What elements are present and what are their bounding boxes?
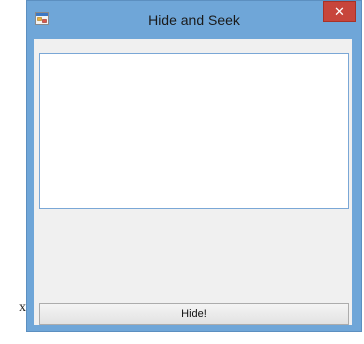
hide-button[interactable]: Hide! bbox=[39, 303, 349, 325]
items-list-box[interactable] bbox=[39, 53, 349, 209]
app-window: Hide and Seek ✕ Hide! bbox=[26, 0, 362, 332]
title-bar[interactable]: Hide and Seek ✕ bbox=[27, 1, 361, 39]
client-area: Hide! bbox=[34, 39, 352, 325]
close-button[interactable]: ✕ bbox=[323, 1, 356, 22]
background-stray-char: x bbox=[19, 300, 26, 315]
window-title: Hide and Seek bbox=[148, 12, 240, 28]
close-icon: ✕ bbox=[334, 4, 345, 19]
